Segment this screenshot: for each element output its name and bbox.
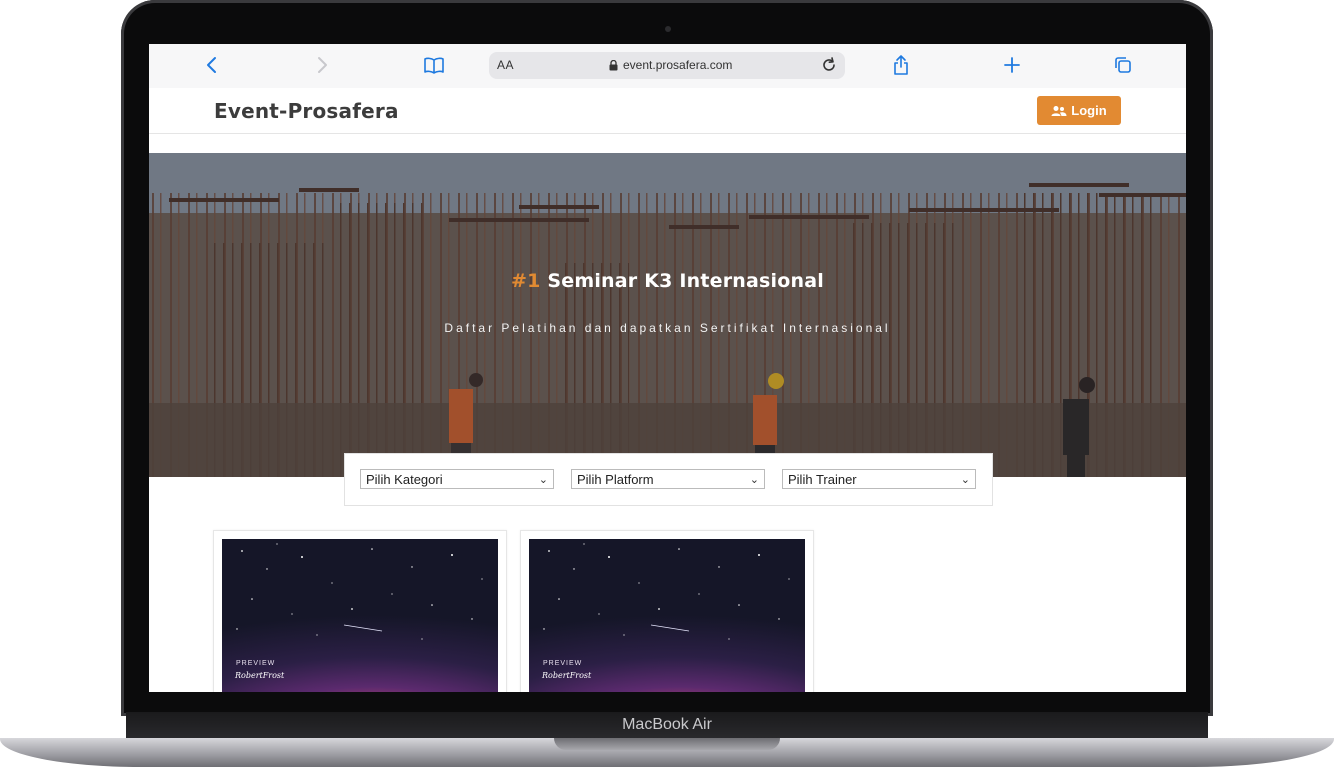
category-select-value: Pilih Kategori (366, 471, 443, 487)
site-navbar: Event-Prosafera Login (149, 88, 1186, 134)
laptop-notch (554, 738, 780, 750)
platform-select-value: Pilih Platform (577, 471, 654, 487)
forward-icon[interactable] (309, 52, 335, 78)
screen: AA event.prosafera.com Event-Prosafera L… (149, 44, 1186, 692)
chevron-down-icon: ⌄ (749, 474, 759, 486)
platform-select[interactable]: Pilih Platform ⌄ (571, 469, 765, 489)
event-card-image[interactable]: PREVIEW RobertFrost (222, 539, 498, 692)
new-tab-icon[interactable] (999, 52, 1025, 78)
trainer-select-value: Pilih Trainer (788, 471, 857, 487)
chevron-down-icon: ⌄ (960, 474, 970, 486)
reload-icon[interactable] (819, 55, 839, 75)
bookmarks-icon[interactable] (421, 52, 447, 78)
chevron-down-icon: ⌄ (538, 474, 548, 486)
hero-title-text: Seminar K3 Internasional (540, 270, 824, 292)
category-select[interactable]: Pilih Kategori ⌄ (360, 469, 554, 489)
hero-subtitle: Daftar Pelatihan dan dapatkan Sertifikat… (444, 321, 891, 335)
signature-text: RobertFrost (235, 671, 285, 680)
starry-sky-image (543, 543, 790, 640)
login-button[interactable]: Login (1037, 96, 1121, 125)
reader-text-size-button[interactable]: AA (497, 58, 514, 72)
device-label: MacBook Air (622, 716, 712, 733)
event-card[interactable]: PREVIEW RobertFrost (213, 530, 507, 692)
trainer-select[interactable]: Pilih Trainer ⌄ (782, 469, 976, 489)
address-bar[interactable]: AA event.prosafera.com (489, 52, 845, 79)
preview-label: PREVIEW (543, 660, 583, 667)
event-card-image[interactable]: PREVIEW RobertFrost (529, 539, 805, 692)
filter-panel: Pilih Kategori ⌄ Pilih Platform ⌄ Pilih … (344, 453, 993, 506)
hero-title-accent: #1 (511, 270, 541, 292)
starry-sky-image (236, 543, 483, 640)
tabs-icon[interactable] (1110, 52, 1136, 78)
hero-title: #1 Seminar K3 Internasional (149, 270, 1186, 292)
back-icon[interactable] (199, 52, 225, 78)
users-icon (1051, 105, 1067, 116)
hero-banner: #1 Seminar K3 Internasional Daftar Pelat… (149, 153, 1186, 477)
camera-dot (665, 26, 671, 32)
lock-icon (609, 59, 618, 70)
share-icon[interactable] (888, 52, 914, 78)
url-display[interactable]: event.prosafera.com (609, 58, 732, 72)
url-text: event.prosafera.com (623, 58, 733, 72)
login-label: Login (1071, 103, 1107, 118)
site-logo[interactable]: Event-Prosafera (214, 99, 399, 123)
event-card[interactable]: PREVIEW RobertFrost (520, 530, 814, 692)
preview-label: PREVIEW (236, 660, 276, 667)
browser-toolbar: AA event.prosafera.com (149, 44, 1186, 89)
signature-text: RobertFrost (542, 671, 592, 680)
